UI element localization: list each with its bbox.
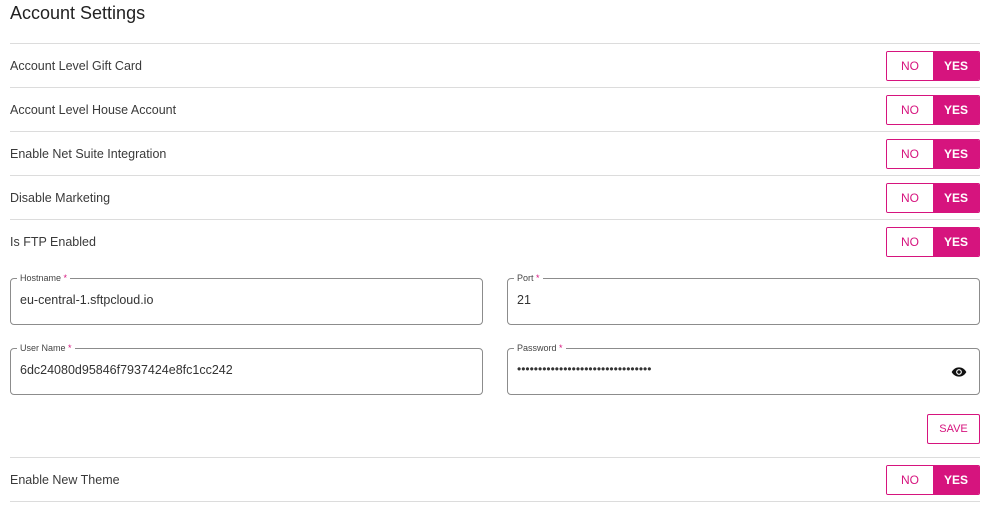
setting-row-gift-card: Account Level Gift Card NO YES — [10, 43, 980, 87]
yes-option[interactable]: YES — [933, 51, 979, 80]
password-label: Password * — [514, 342, 566, 354]
yes-no-toggle: NO YES — [886, 94, 980, 125]
setting-label: Enable New Theme — [10, 472, 120, 487]
page-title: Account Settings — [10, 3, 146, 23]
no-option[interactable]: NO — [887, 465, 933, 494]
yes-option[interactable]: YES — [933, 139, 979, 168]
hostname-label: Hostname * — [17, 272, 71, 284]
yes-option[interactable]: YES — [933, 227, 979, 256]
username-label: User Name * — [17, 342, 75, 354]
no-option[interactable]: NO — [887, 227, 933, 256]
no-option[interactable]: NO — [887, 51, 933, 80]
username-field[interactable]: User Name * — [10, 342, 483, 395]
yes-no-toggle: NO YES — [886, 182, 980, 213]
yes-option[interactable]: YES — [933, 95, 979, 124]
yes-no-toggle: NO YES — [886, 50, 980, 81]
port-input[interactable] — [517, 293, 968, 307]
yes-no-toggle: NO YES — [886, 226, 980, 257]
yes-no-toggle: NO YES — [886, 464, 980, 495]
yes-no-toggle: NO YES — [886, 138, 980, 169]
setting-label: Account Level House Account — [10, 102, 177, 117]
username-input[interactable] — [20, 363, 471, 377]
eye-icon[interactable] — [949, 364, 969, 380]
setting-row-disable-marketing: Disable Marketing NO YES — [10, 175, 980, 219]
bottom-divider — [10, 501, 980, 502]
yes-option[interactable]: YES — [933, 465, 979, 494]
setting-row-house-account: Account Level House Account NO YES — [10, 87, 980, 131]
save-button[interactable]: SAVE — [927, 414, 980, 444]
no-option[interactable]: NO — [887, 183, 933, 212]
no-option[interactable]: NO — [887, 139, 933, 168]
setting-label: Account Level Gift Card — [10, 58, 143, 73]
setting-row-new-theme: Enable New Theme NO YES — [10, 457, 980, 501]
setting-row-netsuite: Enable Net Suite Integration NO YES — [10, 131, 980, 175]
no-option[interactable]: NO — [887, 95, 933, 124]
setting-label: Enable Net Suite Integration — [10, 146, 167, 161]
password-input[interactable] — [517, 362, 968, 376]
password-field[interactable]: Password * — [507, 342, 980, 395]
setting-row-ftp-enabled: Is FTP Enabled NO YES — [10, 219, 980, 263]
port-label: Port * — [514, 272, 543, 284]
setting-label: Is FTP Enabled — [10, 234, 96, 249]
setting-label: Disable Marketing — [10, 190, 111, 205]
yes-option[interactable]: YES — [933, 183, 979, 212]
port-field[interactable]: Port * — [507, 272, 980, 325]
hostname-input[interactable] — [20, 293, 471, 307]
hostname-field[interactable]: Hostname * — [10, 272, 483, 325]
